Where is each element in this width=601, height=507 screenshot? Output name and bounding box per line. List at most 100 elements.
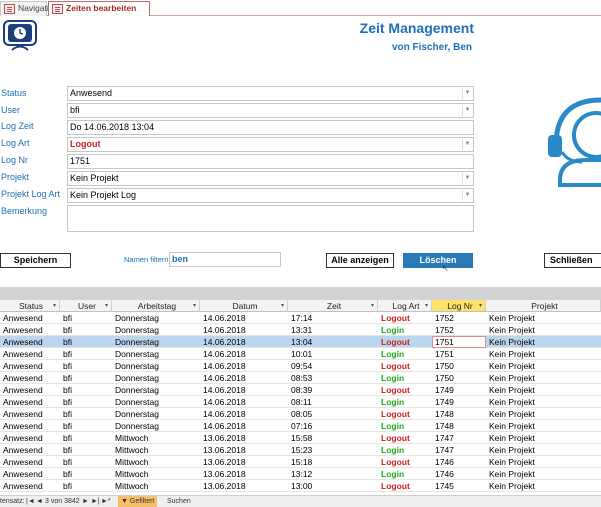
table-row[interactable]: Anwesend bfi Donnerstag 14.06.2018 07:16 Logi… (0, 420, 601, 432)
table-cell[interactable]: 08:11 (288, 396, 378, 408)
table-cell[interactable]: Anwesend (0, 456, 60, 468)
log-art-select[interactable]: Logout ▼ (67, 137, 474, 152)
table-cell[interactable]: Donnerstag (112, 312, 200, 324)
table-cell[interactable]: 13:31 (288, 324, 378, 336)
table-cell[interactable]: 14.06.2018 (200, 336, 288, 348)
sort-dropdown-icon[interactable]: ▾ (371, 300, 374, 311)
table-cell[interactable]: bfi (60, 396, 112, 408)
table-row[interactable]: Anwesend bfi Mittwoch 13.06.2018 15:23 Login 1… (0, 444, 601, 456)
new-record-button[interactable]: ►* (101, 496, 111, 507)
table-cell[interactable]: bfi (60, 360, 112, 372)
user-select[interactable]: bfi ▼ (67, 103, 474, 118)
table-cell[interactable]: bfi (60, 384, 112, 396)
table-row[interactable]: Anwesend bfi Mittwoch 13.06.2018 13:12 Login 1… (0, 468, 601, 480)
table-cell[interactable]: Donnerstag (112, 324, 200, 336)
table-cell[interactable]: 14.06.2018 (200, 384, 288, 396)
table-cell[interactable]: 13.06.2018 (200, 444, 288, 456)
table-cell[interactable]: Donnerstag (112, 336, 200, 348)
search-box[interactable]: Suchen (167, 496, 191, 507)
table-cell[interactable]: Kein Projekt (486, 336, 601, 348)
table-row[interactable]: Anwesend bfi Donnerstag 14.06.2018 08:05 Logo… (0, 408, 601, 420)
table-cell[interactable]: bfi (60, 348, 112, 360)
table-cell[interactable]: Kein Projekt (486, 324, 601, 336)
table-cell[interactable]: bfi (60, 444, 112, 456)
table-cell[interactable]: 1747 (432, 432, 486, 444)
table-cell[interactable]: Kein Projekt (486, 408, 601, 420)
table-cell[interactable]: bfi (60, 312, 112, 324)
table-cell[interactable]: 15:23 (288, 444, 378, 456)
table-cell[interactable]: Donnerstag (112, 348, 200, 360)
bemerkung-field[interactable] (67, 205, 474, 232)
table-cell[interactable]: 1752 (432, 324, 486, 336)
table-cell[interactable]: 1749 (432, 396, 486, 408)
table-cell[interactable]: 1749 (432, 384, 486, 396)
table-cell[interactable]: 15:18 (288, 456, 378, 468)
sort-dropdown-icon[interactable]: ▾ (425, 300, 428, 311)
table-cell[interactable]: 1751 (432, 348, 486, 360)
chevron-down-icon[interactable]: ▼ (462, 105, 472, 116)
table-cell[interactable]: bfi (60, 420, 112, 432)
chevron-down-icon[interactable]: ▼ (462, 139, 472, 150)
table-cell[interactable]: 1750 (432, 360, 486, 372)
table-row[interactable]: Anwesend bfi Donnerstag 14.06.2018 13:31 Logi… (0, 324, 601, 336)
table-cell[interactable]: 07:16 (288, 420, 378, 432)
table-cell[interactable]: 08:53 (288, 372, 378, 384)
table-cell[interactable]: Mittwoch (112, 456, 200, 468)
table-cell[interactable]: bfi (60, 480, 112, 492)
chevron-down-icon[interactable]: ▼ (462, 190, 472, 201)
table-cell[interactable]: Mittwoch (112, 444, 200, 456)
table-cell[interactable]: Mittwoch (112, 468, 200, 480)
column-header[interactable]: Log Art ▾ (378, 300, 432, 312)
table-cell[interactable]: 14.06.2018 (200, 396, 288, 408)
table-cell[interactable]: bfi (60, 456, 112, 468)
table-cell[interactable]: 17:14 (288, 312, 378, 324)
close-button[interactable]: Schließen (544, 253, 601, 268)
table-cell[interactable]: 15:58 (288, 432, 378, 444)
table-cell[interactable]: 08:39 (288, 384, 378, 396)
table-cell[interactable]: Kein Projekt (486, 360, 601, 372)
table-row[interactable]: Anwesend bfi Mittwoch 13.06.2018 13:00 Logout… (0, 480, 601, 492)
table-cell[interactable]: Anwesend (0, 324, 60, 336)
table-cell[interactable]: 14.06.2018 (200, 324, 288, 336)
table-cell[interactable]: Anwesend (0, 432, 60, 444)
table-cell[interactable]: Anwesend (0, 396, 60, 408)
table-cell[interactable]: Login (378, 396, 432, 408)
table-cell[interactable]: 1745 (432, 480, 486, 492)
sort-dropdown-icon[interactable]: ▾ (53, 300, 56, 311)
table-cell[interactable]: Anwesend (0, 312, 60, 324)
table-cell[interactable]: bfi (60, 372, 112, 384)
table-cell[interactable]: 1752 (432, 312, 486, 324)
table-cell[interactable]: Logout (378, 480, 432, 492)
table-cell[interactable]: Login (378, 420, 432, 432)
table-row[interactable]: Anwesend bfi Donnerstag 14.06.2018 17:14 Logo… (0, 312, 601, 324)
table-cell[interactable]: 13.06.2018 (200, 480, 288, 492)
table-cell[interactable]: Anwesend (0, 336, 60, 348)
table-cell[interactable]: Kein Projekt (486, 432, 601, 444)
table-cell[interactable]: Logout (378, 360, 432, 372)
table-cell[interactable]: Donnerstag (112, 372, 200, 384)
table-cell[interactable]: Anwesend (0, 468, 60, 480)
table-cell[interactable]: Donnerstag (112, 396, 200, 408)
sort-dropdown-icon[interactable]: ▾ (479, 300, 482, 311)
table-row[interactable]: Anwesend bfi Mittwoch 13.06.2018 15:18 Logout… (0, 456, 601, 468)
table-cell[interactable]: 14.06.2018 (200, 360, 288, 372)
column-header[interactable]: Projekt (486, 300, 601, 312)
column-header[interactable]: Log Nr ▾ (432, 300, 486, 312)
chevron-down-icon[interactable]: ▼ (462, 88, 472, 99)
table-cell[interactable]: Logout (378, 456, 432, 468)
table-row[interactable]: Anwesend bfi Donnerstag 14.06.2018 13:04 Logo… (0, 336, 601, 348)
table-cell[interactable]: 14.06.2018 (200, 372, 288, 384)
table-cell[interactable]: 13.06.2018 (200, 456, 288, 468)
table-cell[interactable]: 10:01 (288, 348, 378, 360)
table-cell[interactable]: Kein Projekt (486, 456, 601, 468)
table-cell[interactable]: Logout (378, 408, 432, 420)
table-cell[interactable]: Login (378, 348, 432, 360)
table-cell[interactable]: Mittwoch (112, 480, 200, 492)
sort-dropdown-icon[interactable]: ▾ (281, 300, 284, 311)
table-cell[interactable]: bfi (60, 408, 112, 420)
table-cell[interactable]: 14.06.2018 (200, 420, 288, 432)
table-cell[interactable]: Anwesend (0, 420, 60, 432)
table-cell[interactable]: Login (378, 372, 432, 384)
last-record-button[interactable]: ►| (91, 496, 100, 507)
table-cell[interactable]: 14.06.2018 (200, 312, 288, 324)
